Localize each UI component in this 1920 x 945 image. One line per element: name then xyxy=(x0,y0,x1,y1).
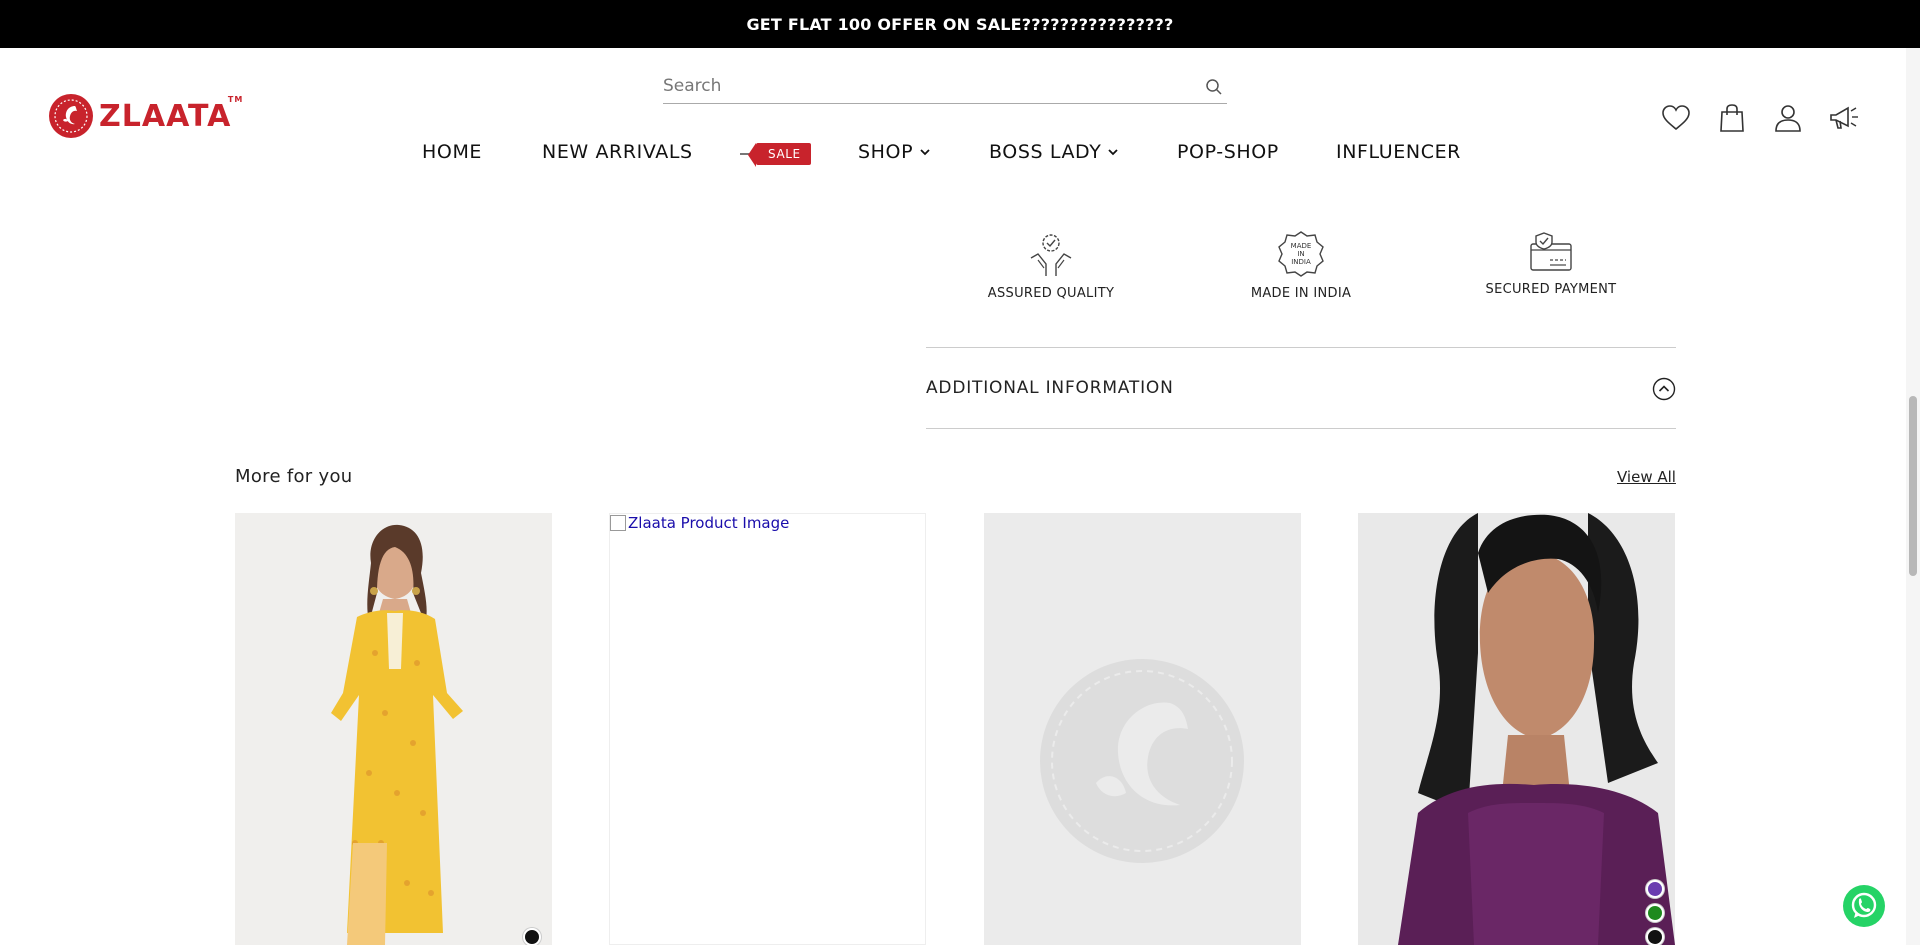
nav-home-label: HOME xyxy=(422,141,483,163)
broken-image-icon xyxy=(610,515,626,531)
section-title: More for you xyxy=(235,466,353,487)
nav-influencer-label: INFLUENCER xyxy=(1336,141,1461,163)
announcement-bar: GET FLAT 100 OFFER ON SALE??????????????… xyxy=(0,0,1920,48)
nav-pop-shop[interactable]: POP-SHOP xyxy=(1177,134,1279,170)
page-scrollbar[interactable] xyxy=(1906,48,1920,945)
badge-india: INDIA xyxy=(1291,258,1311,266)
additional-information-accordion[interactable]: ADDITIONAL INFORMATION xyxy=(926,347,1676,429)
heart-icon[interactable] xyxy=(1660,102,1692,134)
search-bar xyxy=(663,68,1227,104)
accordion-title: ADDITIONAL INFORMATION xyxy=(926,378,1174,398)
chevron-down-icon xyxy=(920,149,930,156)
feature-secured-payment: SECURED PAYMENT xyxy=(1451,230,1651,297)
nav-boss-lady[interactable]: BOSS LADY xyxy=(989,134,1119,170)
nav-influencer[interactable]: INFLUENCER xyxy=(1336,134,1461,170)
nav-pop-shop-label: POP-SHOP xyxy=(1177,141,1279,163)
feature-badges: ASSURED QUALITY MADE IN INDIA MADE IN IN… xyxy=(926,230,1676,320)
whatsapp-chat-button[interactable] xyxy=(1843,885,1885,927)
feature-label: SECURED PAYMENT xyxy=(1485,282,1617,297)
search-input[interactable] xyxy=(663,69,1227,102)
trademark: TM xyxy=(227,94,244,104)
nav-new-arrivals[interactable]: NEW ARRIVALS xyxy=(542,134,693,170)
color-swatch-purple[interactable] xyxy=(1646,880,1664,898)
user-icon[interactable] xyxy=(1772,102,1804,134)
feature-label: ASSURED QUALITY xyxy=(987,286,1115,301)
site-header: ZLAATA TM HOME NEW ARRIVALS SALE SHOP BO… xyxy=(0,48,1906,188)
nav-shop[interactable]: SHOP xyxy=(858,134,931,170)
color-swatch-black[interactable] xyxy=(523,928,541,945)
nav-sale[interactable]: SALE xyxy=(740,142,811,167)
placeholder-logo-icon xyxy=(1040,659,1244,863)
swan-logo-icon xyxy=(49,94,93,138)
announcement-text: GET FLAT 100 OFFER ON SALE??????????????… xyxy=(746,14,1174,34)
product-card[interactable] xyxy=(235,513,552,945)
search-icon[interactable] xyxy=(1205,78,1223,96)
color-swatch-black[interactable] xyxy=(1646,928,1664,945)
feature-assured-quality: ASSURED QUALITY xyxy=(951,230,1151,301)
nav-new-arrivals-label: NEW ARRIVALS xyxy=(542,141,693,163)
bag-icon[interactable] xyxy=(1716,102,1748,134)
made-in-india-icon: MADE IN INDIA xyxy=(1278,231,1324,277)
product-image xyxy=(235,513,552,945)
brand-name: ZLAATA xyxy=(99,98,232,134)
nav-shop-label: SHOP xyxy=(858,141,914,163)
view-all-link[interactable]: View All xyxy=(1617,468,1676,486)
header-actions xyxy=(1660,102,1860,134)
megaphone-icon[interactable] xyxy=(1828,102,1860,134)
sale-tag-label: SALE xyxy=(748,143,811,167)
brand-logo[interactable]: ZLAATA TM xyxy=(49,94,242,138)
whatsapp-icon xyxy=(1851,892,1877,918)
main-nav: HOME NEW ARRIVALS SALE SHOP BOSS LADY PO… xyxy=(0,134,1906,170)
secure-payment-icon xyxy=(1530,232,1572,271)
nav-home[interactable]: HOME xyxy=(422,134,482,170)
badge-in: IN xyxy=(1297,250,1304,258)
color-swatch-green[interactable] xyxy=(1646,904,1664,922)
product-card[interactable] xyxy=(1358,513,1675,945)
chevron-down-icon xyxy=(1108,149,1119,156)
feature-label: MADE IN INDIA xyxy=(1250,286,1352,301)
product-card[interactable]: Zlaata Product Image xyxy=(609,513,926,945)
chevron-up-circle-icon[interactable] xyxy=(1652,377,1676,401)
nav-boss-lady-label: BOSS LADY xyxy=(989,141,1102,163)
broken-image: Zlaata Product Image xyxy=(610,514,789,532)
product-image-alt: Zlaata Product Image xyxy=(628,514,790,532)
quality-icon xyxy=(1030,234,1072,276)
scrollbar-thumb[interactable] xyxy=(1909,396,1917,576)
badge-made: MADE xyxy=(1291,242,1312,250)
product-image xyxy=(1358,513,1675,945)
feature-made-in-india: MADE IN INDIA MADE IN INDIA xyxy=(1201,230,1401,301)
product-card[interactable] xyxy=(984,513,1301,945)
